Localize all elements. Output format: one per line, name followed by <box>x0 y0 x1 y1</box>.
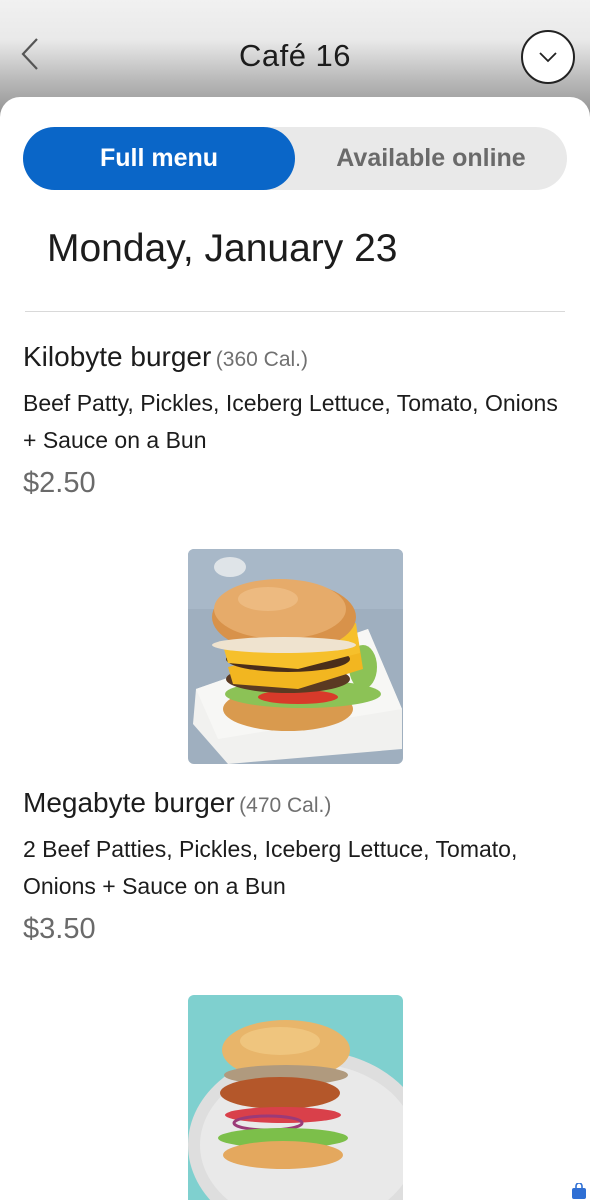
page-title: Café 16 <box>238 38 352 73</box>
item-calories: (360 Cal.) <box>215 348 308 371</box>
item-name: Megabyte burger <box>23 787 235 818</box>
item-price: $3.50 <box>23 913 96 945</box>
menu-date: Monday, January 23 <box>47 227 398 270</box>
menu-filter-toggle: Full menu Available online <box>23 127 567 190</box>
menu-item[interactable]: Megabyte burger (470 Cal.) 2 Beef Pattie… <box>23 787 568 946</box>
dropdown-button[interactable] <box>521 30 575 84</box>
menu-item[interactable]: Kilobyte burger (360 Cal.) Beef Patty, P… <box>23 341 568 500</box>
item-description: Beef Patty, Pickles, Iceberg Lettuce, To… <box>23 390 558 453</box>
item-photo[interactable] <box>188 549 403 764</box>
item-calories: (470 Cal.) <box>239 794 332 817</box>
tab-full-menu[interactable]: Full menu <box>23 127 295 190</box>
chevron-down-icon <box>539 52 557 63</box>
item-photo[interactable] <box>188 995 403 1200</box>
item-price: $2.50 <box>23 467 96 499</box>
item-description: 2 Beef Patties, Pickles, Iceberg Lettuce… <box>23 836 518 899</box>
burger-photo <box>188 549 403 764</box>
tab-available-online[interactable]: Available online <box>295 127 567 190</box>
burger-photo <box>188 995 403 1200</box>
menu-sheet: Full menu Available online Monday, Janua… <box>0 97 590 1200</box>
item-name: Kilobyte burger <box>23 341 212 372</box>
divider <box>25 311 565 312</box>
shopping-bag-icon[interactable] <box>571 1183 587 1199</box>
